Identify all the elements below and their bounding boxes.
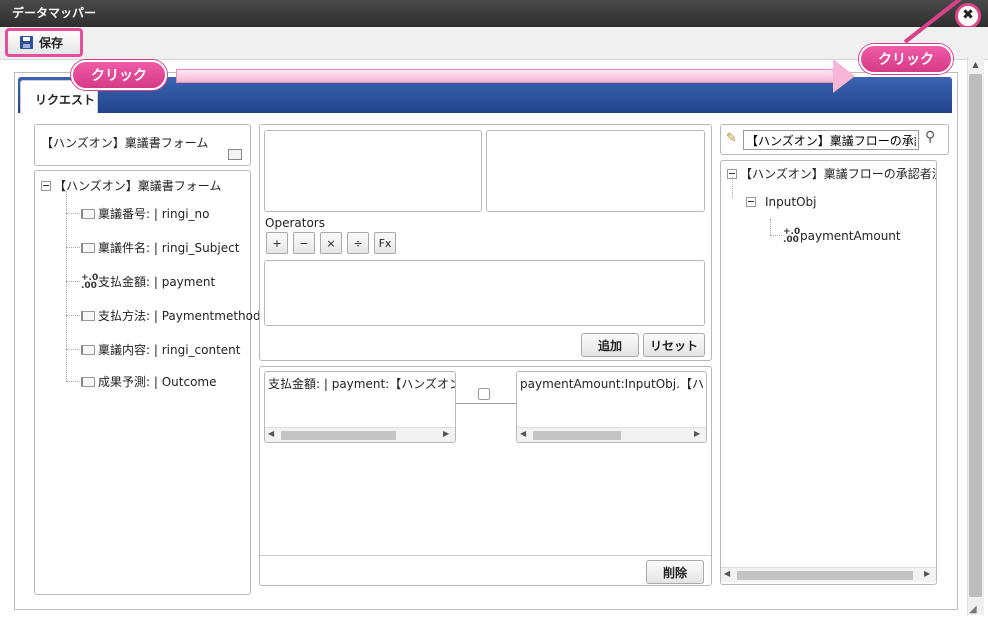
tree-field[interactable]: 稟議件名: | ringi_Subject bbox=[81, 239, 239, 256]
target-search-box: ✎ ⚲ bbox=[720, 124, 949, 155]
tree-root-label: 【ハンズオン】稟議フローの承認者決定 bbox=[740, 167, 937, 181]
number-icon: +.0.00 bbox=[783, 227, 801, 245]
mapping-target-box[interactable]: paymentAmount:InputObj.【ハンズフ ◀ ▶ bbox=[516, 371, 707, 443]
multiply-operator-button[interactable]: × bbox=[320, 232, 342, 254]
save-button[interactable]: 保存 bbox=[5, 28, 83, 57]
horizontal-scrollbar[interactable]: ◀ ▶ bbox=[265, 427, 455, 442]
horizontal-scroll-thumb[interactable] bbox=[281, 431, 396, 440]
tree-line bbox=[732, 177, 733, 197]
field-icon bbox=[81, 376, 95, 387]
mapping-source-box[interactable]: 支払金額: | payment:【ハンズオン】稟 ◀ ▶ bbox=[264, 371, 456, 443]
tree-field-label: 支払金額: | payment bbox=[98, 275, 216, 289]
scroll-left-icon[interactable]: ◀ bbox=[724, 569, 730, 578]
divide-operator-button[interactable]: ÷ bbox=[347, 232, 369, 254]
floppy-disk-icon bbox=[20, 36, 33, 49]
tree-root[interactable]: 【ハンズオン】稟議書フォーム bbox=[41, 177, 221, 194]
expression-right-box[interactable] bbox=[486, 130, 705, 212]
vertical-scroll-thumb[interactable] bbox=[969, 74, 982, 597]
form-title: 【ハンズオン】稟議書フォーム bbox=[41, 136, 209, 150]
tree-line bbox=[66, 213, 80, 214]
form-title-box: 【ハンズオン】稟議書フォーム bbox=[34, 124, 251, 166]
tree-root[interactable]: 【ハンズオン】稟議フローの承認者決定 bbox=[727, 165, 937, 182]
tree-field-label: 成果予測: | Outcome bbox=[98, 375, 217, 389]
tree-field-label: 稟議内容: | ringi_content bbox=[98, 343, 241, 357]
horizontal-scroll-thumb[interactable] bbox=[533, 431, 621, 440]
target-tree-panel: 【ハンズオン】稟議フローの承認者決定 InputObj +.0.00 payme… bbox=[720, 160, 937, 585]
tree-line bbox=[770, 235, 782, 236]
callout-save: クリック bbox=[71, 60, 167, 90]
scroll-up-icon[interactable]: ▲ bbox=[969, 58, 982, 72]
target-search-input[interactable] bbox=[743, 130, 919, 150]
add-button[interactable]: 追加 bbox=[581, 333, 639, 357]
tree-line bbox=[66, 281, 80, 282]
scroll-left-icon[interactable]: ◀ bbox=[520, 429, 526, 438]
tree-leaf[interactable]: +.0.00 paymentAmount bbox=[783, 227, 901, 245]
tree-leaf-label: paymentAmount bbox=[800, 229, 901, 243]
tree-root-label: 【ハンズオン】稟議書フォーム bbox=[54, 179, 222, 193]
mapping-source-text: 支払金額: | payment:【ハンズオン】稟 bbox=[268, 377, 455, 391]
scroll-right-icon[interactable]: ▶ bbox=[694, 429, 700, 438]
tree-field-label: 稟議番号: | ringi_no bbox=[98, 207, 210, 221]
expression-left-box[interactable] bbox=[264, 130, 482, 212]
field-icon bbox=[81, 242, 95, 253]
tree-object[interactable]: InputObj bbox=[746, 195, 816, 209]
tree-object-label: InputObj bbox=[765, 195, 817, 209]
field-icon bbox=[81, 310, 95, 321]
scroll-left-icon[interactable]: ◀ bbox=[268, 429, 274, 438]
mapping-divider bbox=[260, 555, 711, 556]
pencil-icon: ✎ bbox=[726, 131, 737, 146]
mapping-connector-line bbox=[456, 403, 516, 404]
tree-field[interactable]: 成果予測: | Outcome bbox=[81, 373, 216, 390]
minus-operator-button[interactable]: − bbox=[293, 232, 315, 254]
tree-line bbox=[66, 315, 80, 316]
window-title: データマッパー bbox=[0, 0, 988, 27]
expression-editor[interactable] bbox=[264, 260, 705, 326]
number-icon: +.0.00 bbox=[81, 272, 99, 291]
collapse-icon[interactable] bbox=[41, 180, 51, 191]
tree-line bbox=[66, 247, 80, 248]
horizontal-scroll-thumb[interactable] bbox=[737, 571, 913, 580]
callout-arrow bbox=[176, 69, 836, 83]
form-icon[interactable] bbox=[228, 149, 242, 160]
tree-line bbox=[66, 191, 67, 381]
save-button-label: 保存 bbox=[39, 36, 64, 50]
callout-arrowhead bbox=[833, 59, 855, 93]
horizontal-scrollbar[interactable]: ◀ ▶ bbox=[721, 567, 936, 582]
tree-line bbox=[770, 219, 771, 235]
scroll-right-icon[interactable]: ▶ bbox=[443, 429, 449, 438]
collapse-icon[interactable] bbox=[746, 197, 756, 207]
field-icon bbox=[81, 208, 95, 219]
search-icon[interactable]: ⚲ bbox=[925, 129, 935, 145]
mapping-target-text: paymentAmount:InputObj.【ハンズフ bbox=[520, 377, 706, 391]
resize-grip-icon[interactable]: ◢ bbox=[969, 604, 983, 618]
toolbar bbox=[0, 27, 988, 60]
tree-field[interactable]: 支払方法: | Paymentmethod bbox=[81, 307, 261, 324]
tree-field-label: 稟議件名: | ringi_Subject bbox=[98, 241, 240, 255]
reset-button[interactable]: リセット bbox=[643, 333, 705, 357]
tree-line bbox=[66, 381, 80, 382]
scroll-right-icon[interactable]: ▶ bbox=[924, 569, 930, 578]
field-icon bbox=[81, 344, 95, 355]
tree-field-label: 支払方法: | Paymentmethod bbox=[98, 309, 261, 323]
close-icon[interactable]: ✖ bbox=[955, 3, 981, 29]
tree-field[interactable]: 稟議番号: | ringi_no bbox=[81, 205, 210, 222]
tree-field[interactable]: 稟議内容: | ringi_content bbox=[81, 341, 240, 358]
horizontal-scrollbar[interactable]: ◀ ▶ bbox=[517, 427, 706, 442]
plus-operator-button[interactable]: + bbox=[266, 232, 288, 254]
function-operator-button[interactable]: Fx bbox=[374, 232, 396, 254]
tree-line bbox=[66, 349, 80, 350]
delete-button[interactable]: 削除 bbox=[646, 560, 704, 584]
callout-close: クリック bbox=[859, 44, 953, 74]
operators-label: Operators bbox=[265, 216, 325, 230]
mapping-checkbox[interactable] bbox=[478, 388, 490, 400]
source-tree-panel: 【ハンズオン】稟議書フォーム 稟議番号: | ringi_no 稟議件名: | … bbox=[34, 170, 261, 595]
tree-field[interactable]: +.0.00 支払金額: | payment bbox=[81, 273, 215, 290]
